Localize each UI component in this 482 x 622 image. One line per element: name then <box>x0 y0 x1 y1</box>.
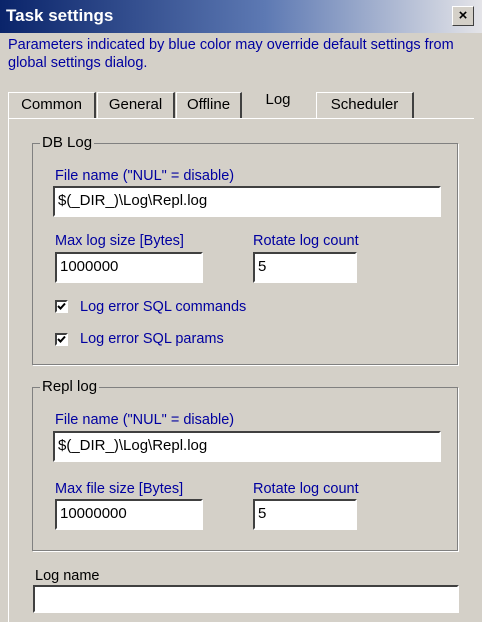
tab-common[interactable]: Common <box>8 92 96 118</box>
db-log-rotate-label: Rotate log count <box>253 233 359 249</box>
tab-log[interactable]: Log <box>244 88 312 119</box>
tab-offline[interactable]: Offline <box>176 92 242 118</box>
window-title: Task settings <box>6 6 114 25</box>
repl-log-file-name-label: File name ("NUL" = disable) <box>55 412 235 428</box>
checkmark-icon <box>57 335 66 343</box>
log-name-label: Log name <box>35 568 100 584</box>
db-log-file-name-label: File name ("NUL" = disable) <box>55 168 235 184</box>
repl-log-max-size-label: Max file size [Bytes] <box>55 481 184 497</box>
log-error-sql-commands-label: Log error SQL commands <box>80 299 247 315</box>
log-error-sql-params-checkbox[interactable] <box>55 333 68 346</box>
title-bar: Task settings × <box>0 0 482 33</box>
db-log-rotate-input[interactable]: 5 <box>253 252 357 283</box>
tab-general[interactable]: General <box>97 92 175 118</box>
log-error-sql-commands-checkbox[interactable] <box>55 300 68 313</box>
db-log-max-size-input[interactable]: 1000000 <box>55 252 203 283</box>
log-name-input[interactable] <box>33 585 459 613</box>
repl-log-max-size-input[interactable]: 10000000 <box>55 499 203 530</box>
checkmark-icon <box>57 302 66 310</box>
repl-log-file-name-input[interactable]: $(_DIR_)\Log\Repl.log <box>53 431 441 462</box>
repl-log-rotate-label: Rotate log count <box>253 481 359 497</box>
close-icon: × <box>458 7 468 24</box>
repl-log-rotate-input[interactable]: 5 <box>253 499 357 530</box>
db-log-max-size-label: Max log size [Bytes] <box>55 233 184 249</box>
close-button[interactable]: × <box>452 6 474 26</box>
tab-scheduler[interactable]: Scheduler <box>316 92 414 118</box>
db-log-file-name-input[interactable]: $(_DIR_)\Log\Repl.log <box>53 186 441 217</box>
log-error-sql-params-label: Log error SQL params <box>80 331 224 347</box>
description-text: Parameters indicated by blue color may o… <box>8 37 454 71</box>
repl-log-legend: Repl log <box>40 378 100 395</box>
db-log-legend: DB Log <box>40 134 95 151</box>
